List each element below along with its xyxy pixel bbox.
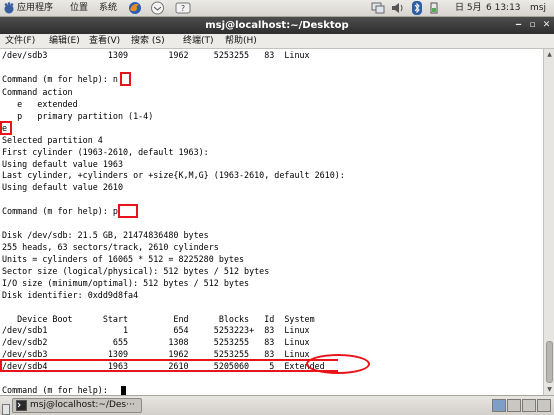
highlight-box (0, 359, 338, 372)
text-cursor (121, 386, 126, 395)
bluetooth-icon[interactable] (412, 1, 422, 15)
terminal-line: /dev/sdb3 1309 1962 5253255 83 Linux (2, 50, 310, 60)
taskbar-terminal-button[interactable]: msj@localhost:~/Des··· (12, 398, 142, 413)
workspace-2[interactable] (507, 399, 521, 412)
menu-terminal[interactable]: 终端(T) (183, 36, 214, 47)
terminal-line: First cylinder (1963-2610, default 1963)… (2, 147, 209, 157)
menu-edit[interactable]: 编辑(E) (49, 36, 80, 47)
svg-text:?: ? (181, 4, 185, 13)
terminal-output[interactable]: /dev/sdb3 1309 1962 5253255 83 Linux Com… (0, 49, 543, 395)
terminal-line: p primary partition (1-4) (2, 111, 154, 121)
terminal-line: Units = cylinders of 16065 * 512 = 82252… (2, 254, 245, 264)
window-title: msj@localhost:~/Desktop (205, 20, 349, 31)
applications-menu[interactable]: 应用程序 (17, 2, 53, 15)
menu-view[interactable]: 查看(V) (89, 36, 120, 47)
maximize-icon[interactable]: ▫ (527, 20, 538, 31)
menu-search[interactable]: 搜索 (S) (131, 36, 165, 47)
terminal-line: Selected partition 4 (2, 135, 103, 145)
terminal-line: Sector size (logical/physical): 512 byte… (2, 266, 270, 276)
volume-icon[interactable] (391, 2, 405, 14)
terminal-line: Using default value 1963 (2, 159, 124, 169)
terminal-icon (16, 400, 27, 411)
system-menu[interactable]: 系统 (99, 2, 117, 15)
clock-date[interactable]: 日 5月 (455, 2, 482, 15)
terminal-line: 255 heads, 63 sectors/track, 2610 cylind… (2, 242, 219, 252)
terminal-line: Using default value 2610 (2, 182, 124, 192)
gnome-foot-icon[interactable] (3, 2, 15, 14)
scroll-up-icon[interactable]: ▲ (545, 50, 554, 59)
top-panel: 应用程序 位置 系统 ? 日 5月 6 13:13 msj (0, 0, 554, 17)
partition-row: /dev/sdb3 1309 1962 5253255 83 Linux (2, 349, 310, 359)
partition-row: /dev/sdb2 655 1308 5253255 83 Linux (2, 337, 310, 347)
terminal-menubar: 文件(F) 编辑(E) 查看(V) 搜索 (S) 终端(T) 帮助(H) (0, 34, 554, 49)
minimize-icon[interactable]: ‒ (513, 20, 524, 31)
terminal-line: Command (m for help): n (2, 74, 118, 84)
partition-table-header: Device Boot Start End Blocks Id System (2, 314, 315, 324)
mail-icon[interactable] (150, 1, 165, 15)
highlight-box (0, 121, 12, 135)
highlight-oval (306, 354, 370, 374)
bottom-panel: msj@localhost:~/Des··· (0, 395, 554, 415)
menu-help[interactable]: 帮助(H) (225, 36, 257, 47)
command-prompt: Command (m for help): (2, 385, 113, 395)
scrollbar-thumb[interactable] (546, 341, 553, 383)
terminal-line: Command action (2, 87, 73, 97)
taskbar-terminal-label: msj@localhost:~/Des··· (30, 400, 135, 410)
clock-time[interactable]: 6 13:13 (486, 2, 521, 15)
help-icon[interactable]: ? (175, 1, 191, 15)
workspace-3[interactable] (522, 399, 536, 412)
battery-icon[interactable] (428, 2, 440, 14)
scroll-down-icon[interactable]: ▼ (545, 385, 554, 394)
terminal-line: Disk /dev/sdb: 21.5 GB, 21474836480 byte… (2, 230, 209, 240)
show-desktop-icon[interactable] (2, 400, 10, 415)
terminal-line: Disk identifier: 0xdd9d8fa4 (2, 290, 139, 300)
user-menu[interactable]: msj (530, 2, 546, 15)
terminal-line: e extended (2, 99, 78, 109)
highlight-box (120, 72, 131, 86)
workspace-1[interactable] (492, 399, 506, 412)
highlight-box (118, 204, 138, 218)
partition-row: /dev/sdb1 1 654 5253223+ 83 Linux (2, 325, 310, 335)
network-icon[interactable] (371, 2, 385, 14)
window-titlebar[interactable]: msj@localhost:~/Desktop ‒ ▫ ✕ (0, 17, 554, 34)
terminal-line: I/O size (minimum/optimal): 512 bytes / … (2, 278, 250, 288)
workspace-4[interactable] (537, 399, 551, 412)
terminal-line: Command (m for help): p (2, 206, 118, 216)
terminal-line: Last cylinder, +cylinders or +size{K,M,G… (2, 170, 345, 180)
terminal-scrollbar[interactable]: ▲ ▼ (543, 49, 554, 395)
places-menu[interactable]: 位置 (70, 2, 88, 15)
close-icon[interactable]: ✕ (541, 20, 552, 31)
menu-file[interactable]: 文件(F) (5, 36, 35, 47)
firefox-icon[interactable] (128, 1, 142, 15)
